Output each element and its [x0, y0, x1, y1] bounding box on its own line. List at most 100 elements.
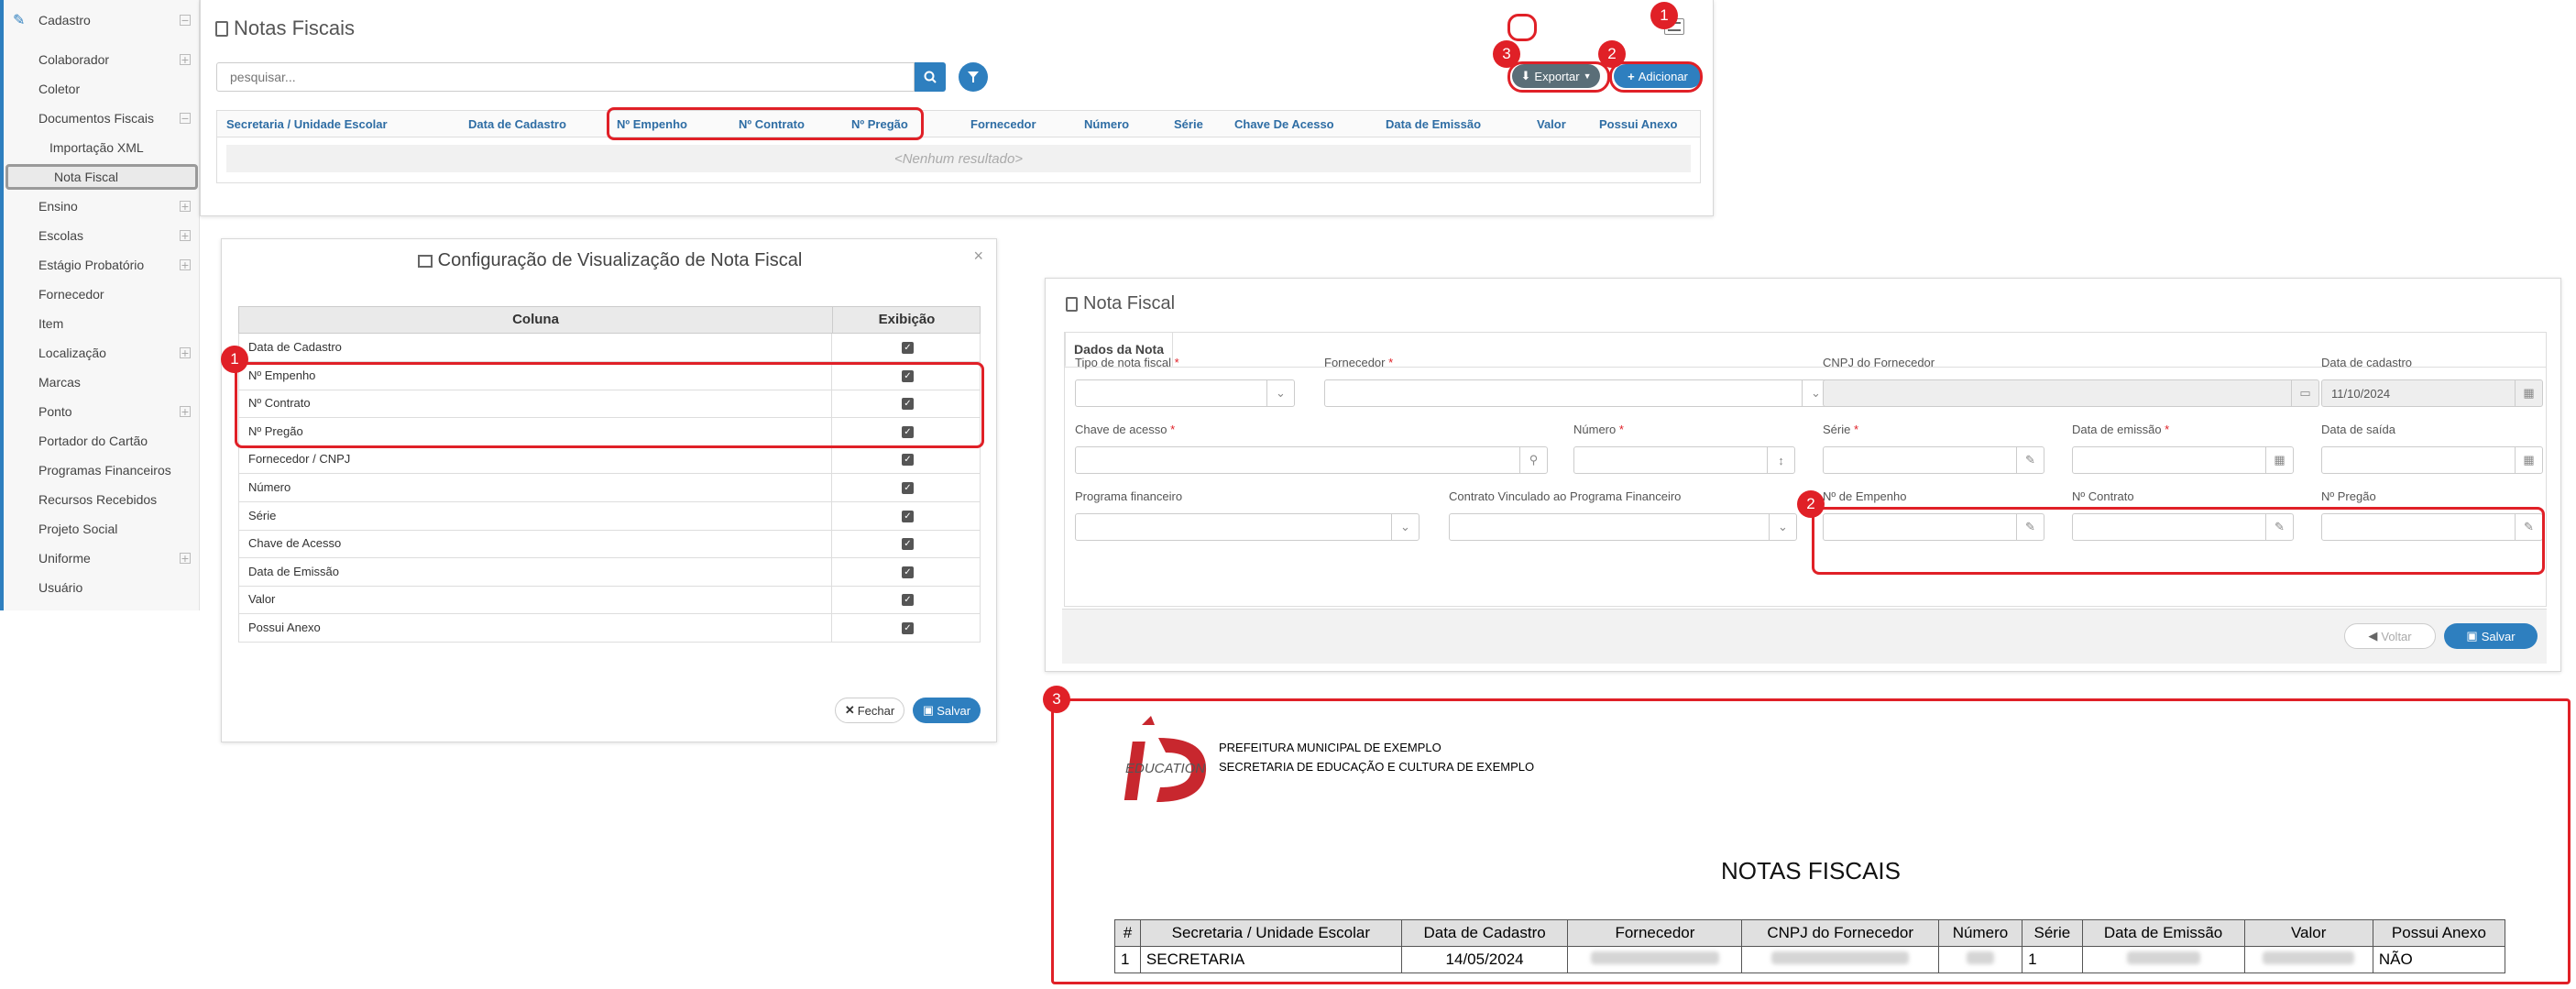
save-config-button[interactable]: ▣ Salvar	[913, 698, 981, 723]
field-label-pregao: Nº Pregão	[2321, 489, 2376, 503]
sidebar: ✎ Cadastro − Colaborador + Coletor Document…	[0, 0, 200, 610]
expand-icon: +	[180, 52, 191, 67]
field-addon-icon: ⚲	[1519, 447, 1547, 473]
column-header[interactable]: Secretaria / Unidade Escolar	[226, 117, 388, 131]
column-header[interactable]: Número	[1084, 117, 1129, 131]
edit-icon: ✎	[13, 13, 26, 28]
sidebar-item-17[interactable]: Uniforme +	[4, 545, 200, 571]
sidebar-item-16[interactable]: Projeto Social	[4, 516, 200, 542]
save-form-button[interactable]: ▣ Salvar	[2444, 623, 2538, 649]
filter-button[interactable]	[959, 62, 988, 92]
field-addon-icon: ⌄	[1769, 514, 1796, 540]
badge-form-2: 2	[1797, 490, 1825, 518]
field-serie[interactable]: ✎	[1823, 446, 2044, 474]
visibility-checkbox[interactable]: ✓	[902, 538, 914, 551]
expand-icon: +	[180, 346, 191, 360]
collapse-icon: −	[180, 13, 191, 27]
field-numero[interactable]: ↕	[1573, 446, 1795, 474]
report-column-header: Possui Anexo	[2372, 919, 2506, 947]
field-cnpj: ▭	[1823, 379, 2319, 407]
form-panel: Nota Fiscal Dados da Nota ◀ Voltar ▣ Salva…	[1045, 278, 2561, 672]
visibility-checkbox[interactable]: ✓	[902, 566, 914, 578]
report-column-header: Série	[2022, 919, 2083, 947]
column-header[interactable]: Chave De Acesso	[1234, 117, 1334, 131]
sidebar-item-label: Marcas	[38, 375, 81, 390]
sidebar-item-7[interactable]: Estágio Probatório +	[4, 252, 200, 278]
sidebar-item-0[interactable]: Colaborador +	[4, 47, 200, 72]
close-button[interactable]: ✕ Fechar	[835, 698, 904, 723]
sidebar-item-8[interactable]: Fornecedor	[4, 281, 200, 307]
highlight-export	[1507, 61, 1610, 93]
field-label-tipo: Tipo de nota fiscal *	[1075, 356, 1179, 369]
field-addon-icon: ▭	[2291, 380, 2318, 406]
sidebar-item-1[interactable]: Coletor	[4, 76, 200, 102]
list-table-body: <Nenhum resultado>	[216, 137, 1701, 183]
sidebar-item-6[interactable]: Escolas +	[4, 223, 200, 248]
sidebar-item-label: Portador do Cartão	[38, 434, 148, 448]
column-header[interactable]: Possui Anexo	[1599, 117, 1677, 131]
sidebar-item-14[interactable]: Programas Financeiros	[4, 457, 200, 483]
sidebar-item-2[interactable]: Documentos Fiscais −	[4, 105, 200, 131]
column-header[interactable]: Série	[1174, 117, 1203, 131]
column-header[interactable]: Data de Cadastro	[468, 117, 566, 131]
badge-3: 3	[1493, 40, 1520, 68]
field-addon-icon: ✎	[2016, 447, 2044, 473]
visibility-checkbox[interactable]: ✓	[902, 594, 914, 607]
visibility-checkbox[interactable]: ✓	[902, 482, 914, 494]
report-header: PREFEITURA MUNICIPAL DE EXEMPLO SECRETAR…	[1219, 741, 1535, 774]
field-addon-icon: ▦	[2265, 447, 2293, 473]
field-tipo[interactable]: ⌄	[1075, 379, 1295, 407]
config-row: Possui Anexo ✓	[238, 614, 981, 643]
config-row-label: Fornecedor / CNPJ	[248, 452, 351, 467]
column-header[interactable]: Data de Emissão	[1386, 117, 1481, 131]
modal-close-x[interactable]: ×	[973, 247, 983, 266]
sidebar-item-10[interactable]: Localização +	[4, 340, 200, 366]
empty-result: <Nenhum resultado>	[226, 145, 1691, 172]
sidebar-item-9[interactable]: Item	[4, 311, 200, 336]
sidebar-item-18[interactable]: Usuário	[4, 575, 200, 600]
config-row: Número ✓	[238, 474, 981, 502]
sidebar-item-label: Ponto	[38, 404, 72, 419]
sidebar-root-cadastro[interactable]: ✎ Cadastro −	[4, 7, 200, 33]
config-row-label: Data de Cadastro	[248, 340, 342, 354]
sidebar-item-12[interactable]: Ponto +	[4, 399, 200, 424]
svg-text:EDUCATION: EDUCATION	[1125, 761, 1205, 776]
visibility-checkbox[interactable]: ✓	[902, 454, 914, 467]
sidebar-item-13[interactable]: Portador do Cartão	[4, 428, 200, 454]
config-row-label: Valor	[248, 592, 276, 607]
sidebar-item-label: Importação XML	[49, 140, 144, 155]
search-input[interactable]	[216, 62, 915, 92]
expand-icon: +	[180, 199, 191, 214]
search-button[interactable]	[915, 62, 946, 92]
field-programa[interactable]: ⌄	[1075, 513, 1420, 541]
field-addon-icon: ⌄	[1266, 380, 1294, 406]
list-panel: Notas Fiscais ⬇Exportar▼ +Adicionar Secr…	[200, 0, 1714, 216]
sidebar-item-label: Ensino	[38, 199, 78, 214]
field-data_saida[interactable]: ▦	[2321, 446, 2543, 474]
column-header[interactable]: Valor	[1537, 117, 1566, 131]
visibility-checkbox[interactable]: ✓	[902, 622, 914, 634]
field-label-cnpj: CNPJ do Fornecedor	[1823, 356, 1935, 369]
sidebar-item-5[interactable]: Ensino +	[4, 193, 200, 219]
sidebar-item-15[interactable]: Recursos Recebidos	[4, 487, 200, 512]
report-column-header: Valor	[2243, 919, 2373, 947]
config-row: Chave de Acesso ✓	[238, 530, 981, 559]
visibility-checkbox[interactable]: ✓	[902, 342, 914, 354]
sidebar-item-4[interactable]: Nota Fiscal	[5, 164, 198, 190]
field-data_emissao[interactable]: ▦	[2072, 446, 2294, 474]
search-icon	[924, 71, 937, 83]
sidebar-item-11[interactable]: Marcas	[4, 369, 200, 395]
report-column-header: Data de Cadastro	[1400, 919, 1569, 947]
field-chave[interactable]: ⚲	[1075, 446, 1548, 474]
report-column-header: Número	[1937, 919, 2023, 947]
back-button[interactable]: ◀ Voltar	[2344, 623, 2436, 649]
config-row: Série ✓	[238, 501, 981, 531]
column-header[interactable]: Fornecedor	[970, 117, 1036, 131]
sidebar-item-3[interactable]: Importação XML	[4, 135, 200, 160]
field-fornecedor[interactable]: ⌄	[1324, 379, 1830, 407]
sidebar-item-label: Fornecedor	[38, 287, 104, 302]
highlight-form-fields	[1812, 507, 2545, 575]
highlight-config-icon	[1507, 14, 1537, 41]
visibility-checkbox[interactable]: ✓	[902, 510, 914, 522]
field-contrato_vinc[interactable]: ⌄	[1449, 513, 1797, 541]
